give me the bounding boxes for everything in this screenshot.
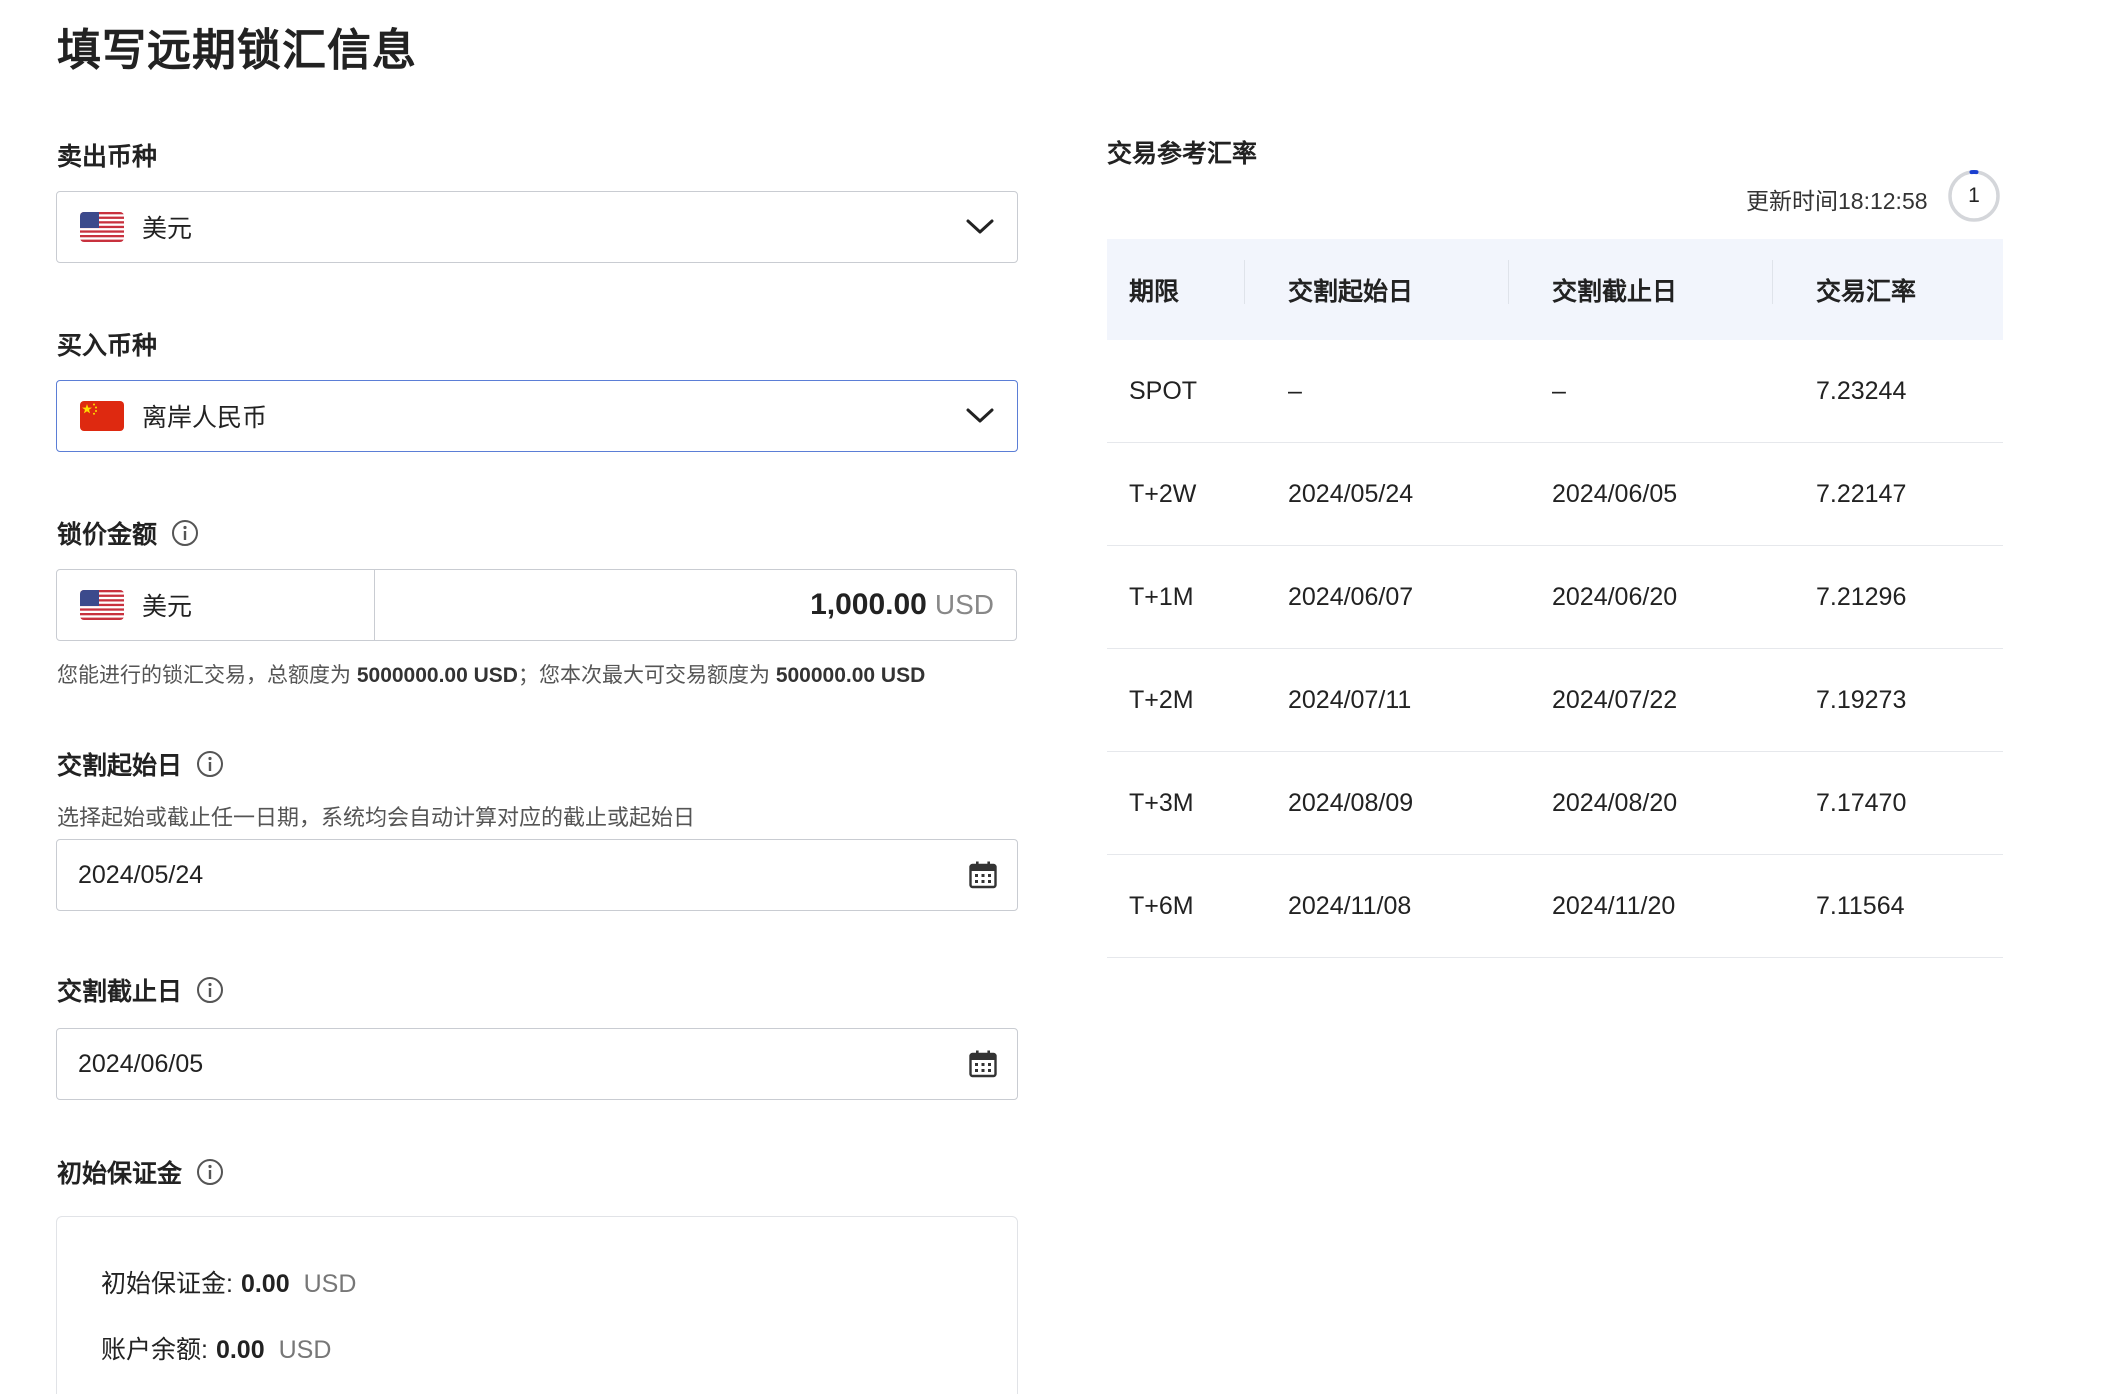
end-cell: 2024/11/20 (1552, 891, 1676, 920)
chevron-down-icon (966, 219, 994, 234)
amount-input[interactable]: 1,000.00 USD (375, 570, 1016, 640)
account-balance-unit: USD (278, 1336, 332, 1364)
header-start-date: 交割起始日 (1244, 259, 1530, 308)
rates-table: 期限 交割起始日 交割截止日 交易汇率 SPOT – – 7.23244 T+2… (1107, 239, 2003, 958)
term-cell: T+1M (1129, 582, 1194, 611)
rate-cell: 7.23244 (1816, 376, 1907, 405)
start-date-input[interactable]: 2024/05/24 (56, 839, 1018, 911)
term-cell: T+6M (1129, 891, 1194, 920)
table-row: SPOT – – 7.23244 (1107, 340, 2003, 443)
start-cell: 2024/06/07 (1288, 582, 1414, 611)
calendar-icon[interactable] (968, 1049, 998, 1079)
rates-table-header: 期限 交割起始日 交割截止日 交易汇率 (1107, 239, 2003, 340)
countdown-value: 1 (1968, 184, 1980, 207)
table-row: T+2W 2024/05/24 2024/06/05 7.22147 (1107, 443, 2003, 546)
date-hint: 选择起始或截止任一日期，系统均会自动计算对应的截止或起始日 (57, 805, 696, 830)
term-cell: T+3M (1129, 788, 1194, 817)
end-cell: – (1552, 376, 1566, 405)
amount-currency-select[interactable]: 美元 (57, 570, 375, 640)
header-term: 期限 (1129, 277, 1180, 306)
start-date-value: 2024/05/24 (78, 860, 204, 889)
account-balance-line: 账户余额: 0.00 USD (101, 1330, 331, 1366)
start-date-label: 交割起始日 (57, 746, 224, 782)
start-cell: – (1288, 376, 1302, 405)
buy-currency-select[interactable]: 离岸人民币 (56, 380, 1018, 452)
term-cell: T+2W (1129, 479, 1197, 508)
rate-cell: 7.21296 (1816, 582, 1907, 611)
us-flag-icon (80, 212, 124, 242)
info-icon[interactable] (196, 1158, 224, 1186)
end-date-label-text: 交割截止日 (57, 978, 183, 1006)
start-date-label-text: 交割起始日 (57, 752, 183, 780)
end-cell: 2024/06/20 (1552, 582, 1678, 611)
end-date-label: 交割截止日 (57, 972, 224, 1008)
header-end-date: 交割截止日 (1508, 259, 1794, 308)
table-row: T+6M 2024/11/08 2024/11/20 7.11564 (1107, 855, 2003, 958)
start-cell: 2024/11/08 (1288, 891, 1412, 920)
us-flag-icon (80, 590, 124, 620)
sell-currency-label-text: 卖出币种 (57, 143, 158, 171)
initial-margin-label: 初始保证金 (57, 1154, 224, 1190)
end-cell: 2024/06/05 (1552, 479, 1678, 508)
page-title: 填写远期锁汇信息 (57, 26, 417, 75)
sell-currency-select[interactable]: 美元 (56, 191, 1018, 263)
start-cell: 2024/08/09 (1288, 788, 1414, 817)
info-icon[interactable] (196, 750, 224, 778)
cn-flag-icon (80, 401, 124, 431)
total-limit: 5000000.00 USD (356, 664, 518, 687)
margin-panel: 初始保证金: 0.00 USD 账户余额: 0.00 USD (56, 1216, 1018, 1394)
rate-cell: 7.17470 (1816, 788, 1907, 817)
amount-currency-value: 美元 (142, 593, 193, 621)
end-date-value: 2024/06/05 (78, 1049, 204, 1078)
initial-margin-label-text: 初始保证金 (57, 1160, 183, 1188)
chevron-down-icon (966, 408, 994, 423)
header-rate: 交易汇率 (1772, 259, 2003, 308)
initial-margin-line: 初始保证金: 0.00 USD (101, 1264, 356, 1300)
lock-amount-label: 锁价金额 (57, 515, 199, 551)
end-cell: 2024/07/22 (1552, 685, 1678, 714)
rates-title: 交易参考汇率 (1107, 140, 1258, 168)
lock-amount-field: 美元 1,000.00 USD (56, 569, 1017, 641)
initial-margin-value: 0.00 (240, 1270, 290, 1298)
start-cell: 2024/07/11 (1288, 685, 1412, 714)
max-limit: 500000.00 USD (775, 664, 926, 687)
rate-cell: 7.22147 (1816, 479, 1907, 508)
term-cell: T+2M (1129, 685, 1194, 714)
lock-amount-label-text: 锁价金额 (57, 521, 158, 549)
table-row: T+1M 2024/06/07 2024/06/20 7.21296 (1107, 546, 2003, 649)
info-icon[interactable] (196, 976, 224, 1004)
sell-currency-value: 美元 (142, 215, 193, 243)
hint-middle: ；您本次最大可交易额度为 (517, 664, 776, 687)
end-date-input[interactable]: 2024/06/05 (56, 1028, 1018, 1100)
buy-currency-value: 离岸人民币 (142, 404, 268, 432)
amount-value: 1,000.00 (810, 588, 927, 621)
start-cell: 2024/05/24 (1288, 479, 1414, 508)
table-row: T+3M 2024/08/09 2024/08/20 7.17470 (1107, 752, 2003, 855)
account-balance-key: 账户余额: (101, 1336, 208, 1364)
rate-cell: 7.19273 (1816, 685, 1907, 714)
buy-currency-label: 买入币种 (57, 326, 157, 362)
rate-cell: 7.11564 (1816, 891, 1905, 920)
hint-prefix: 您能进行的锁汇交易，总额度为 (57, 664, 357, 687)
account-balance-value: 0.00 (215, 1336, 265, 1364)
initial-margin-unit: USD (303, 1270, 357, 1298)
buy-currency-label-text: 买入币种 (57, 332, 158, 360)
amount-limit-hint: 您能进行的锁汇交易，总额度为 5000000.00 USD；您本次最大可交易额度… (57, 659, 925, 689)
update-time: 更新时间18:12:58 (1746, 188, 1928, 214)
amount-unit: USD (934, 589, 994, 620)
term-cell: SPOT (1129, 376, 1198, 405)
sell-currency-label: 卖出币种 (57, 137, 157, 173)
calendar-icon[interactable] (968, 860, 998, 890)
end-cell: 2024/08/20 (1552, 788, 1678, 817)
table-row: T+2M 2024/07/11 2024/07/22 7.19273 (1107, 649, 2003, 752)
info-icon[interactable] (171, 519, 199, 547)
initial-margin-key: 初始保证金: (101, 1270, 233, 1298)
